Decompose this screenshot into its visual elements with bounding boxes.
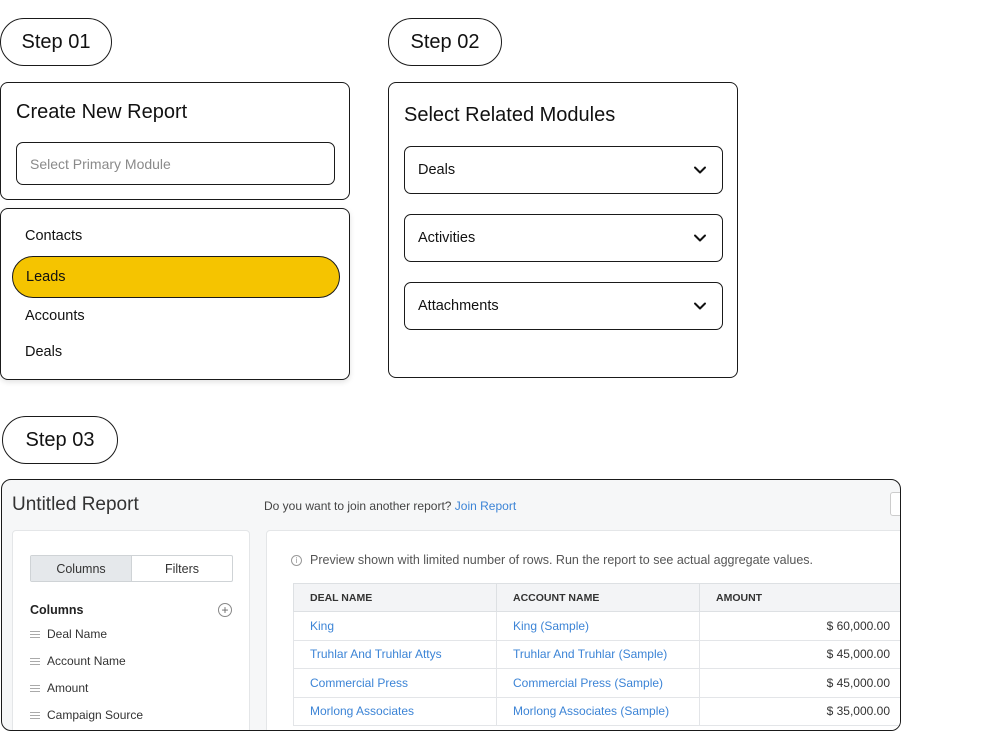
header-account-name[interactable]: ACCOUNT NAME [496, 583, 700, 612]
header-deal-name[interactable]: DEAL NAME [293, 583, 497, 612]
cell-deal-name[interactable]: Truhlar And Truhlar Attys [293, 639, 497, 669]
primary-module-select[interactable]: Select Primary Module [16, 142, 335, 185]
field-campaign-source[interactable]: Campaign Source [30, 708, 143, 722]
cell-account-name[interactable]: King (Sample) [496, 611, 700, 641]
report-title: Untitled Report [12, 494, 139, 515]
field-label: Amount [47, 681, 89, 695]
cell-deal-name[interactable]: King [293, 611, 497, 641]
preview-note: i Preview shown with limited number of r… [291, 553, 813, 567]
option-accounts[interactable]: Accounts [25, 308, 85, 324]
step-01-label: Step 01 [0, 18, 112, 66]
drag-handle-icon[interactable] [30, 684, 40, 692]
dropdown-attachments-label: Attachments [418, 298, 499, 314]
cell-deal-name[interactable]: Morlong Associates [293, 696, 497, 726]
cell-amount: $ 35,000.00 [699, 696, 900, 726]
cell-amount: $ 45,000.00 [699, 639, 900, 669]
create-report-card: Create New Report Select Primary Module [0, 82, 350, 200]
related-modules-title: Select Related Modules [404, 104, 616, 126]
add-column-icon[interactable]: + [218, 603, 232, 617]
drag-handle-icon[interactable] [30, 711, 40, 719]
chevron-down-icon [694, 166, 706, 174]
cell-deal-name[interactable]: Commercial Press [293, 668, 497, 698]
dropdown-activities[interactable]: Activities [404, 214, 723, 262]
report-builder-panel: Untitled Report Do you want to join anot… [1, 479, 901, 731]
header-action-button[interactable] [890, 492, 900, 516]
table-row: Morlong Associates Morlong Associates (S… [293, 696, 900, 726]
option-leads-selected[interactable]: Leads [12, 256, 340, 298]
cell-amount: $ 45,000.00 [699, 668, 900, 698]
dropdown-deals-label: Deals [418, 162, 456, 178]
cell-account-name[interactable]: Commercial Press (Sample) [496, 668, 700, 698]
create-report-title: Create New Report [16, 101, 188, 123]
dropdown-attachments[interactable]: Attachments [404, 282, 723, 330]
field-label: Deal Name [47, 627, 108, 641]
dropdown-deals[interactable]: Deals [404, 146, 723, 194]
tab-columns[interactable]: Columns [31, 556, 132, 581]
related-modules-card: Select Related Modules Deals Activities … [388, 82, 738, 378]
field-amount[interactable]: Amount [30, 681, 88, 695]
join-prompt-text: Do you want to join another report? [264, 499, 452, 513]
module-options-list: Contacts Leads Accounts Deals [0, 208, 350, 380]
table-header-row: DEAL NAME ACCOUNT NAME AMOUNT [293, 583, 900, 612]
option-deals[interactable]: Deals [25, 344, 62, 360]
table-row: Commercial Press Commercial Press (Sampl… [293, 668, 900, 698]
table-row: King King (Sample) $ 60,000.00 [293, 611, 900, 641]
preview-pane: i Preview shown with limited number of r… [266, 530, 900, 730]
cell-account-name[interactable]: Truhlar And Truhlar (Sample) [496, 639, 700, 669]
join-report-link[interactable]: Join Report [455, 499, 516, 513]
join-report-prompt: Do you want to join another report? Join… [264, 499, 516, 513]
field-account-name[interactable]: Account Name [30, 654, 126, 668]
field-deal-name[interactable]: Deal Name [30, 627, 107, 641]
fields-pane: Columns Filters Columns + Deal Name Acco… [12, 530, 250, 730]
drag-handle-icon[interactable] [30, 657, 40, 665]
chevron-down-icon [694, 302, 706, 310]
cell-account-name[interactable]: Morlong Associates (Sample) [496, 696, 700, 726]
chevron-down-icon [694, 234, 706, 242]
step-03-label: Step 03 [2, 416, 118, 464]
cell-amount: $ 60,000.00 [699, 611, 900, 641]
pane-tabs: Columns Filters [30, 555, 233, 582]
drag-handle-icon[interactable] [30, 630, 40, 638]
info-icon: i [291, 554, 302, 566]
field-label: Account Name [47, 654, 126, 668]
tab-filters[interactable]: Filters [132, 556, 232, 581]
step-02-label: Step 02 [388, 18, 502, 66]
preview-note-text: Preview shown with limited number of row… [310, 553, 814, 567]
field-label: Campaign Source [47, 708, 144, 722]
header-amount[interactable]: AMOUNT [699, 583, 900, 612]
option-contacts[interactable]: Contacts [25, 228, 82, 244]
table-row: Truhlar And Truhlar Attys Truhlar And Tr… [293, 639, 900, 669]
preview-table: DEAL NAME ACCOUNT NAME AMOUNT King King … [293, 583, 900, 726]
dropdown-activities-label: Activities [418, 230, 476, 246]
columns-heading: Columns [30, 603, 84, 617]
